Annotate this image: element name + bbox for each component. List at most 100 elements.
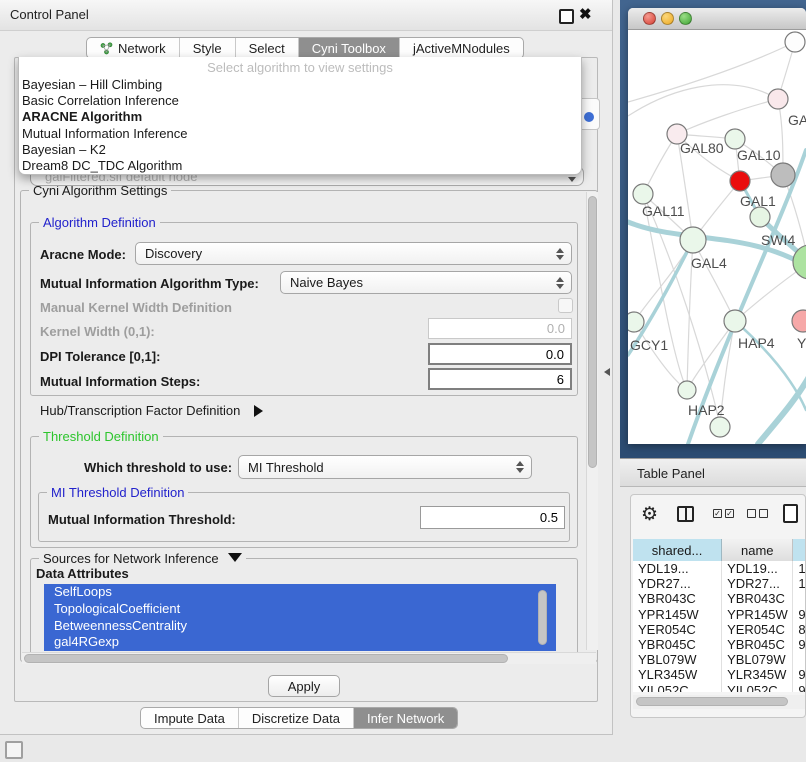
cell: 8.	[793, 622, 806, 637]
cell: 9.	[793, 637, 806, 652]
table-row[interactable]: YER054CYER054C8.	[633, 622, 806, 637]
node-y-partial[interactable]	[792, 310, 806, 332]
deselect-all-columns-icon[interactable]	[747, 509, 768, 518]
list-scrollbar-thumb[interactable]	[538, 590, 547, 645]
node-label: HAP4	[738, 335, 775, 351]
network-view-window: GAL GAL80 GAL10 GAL1 GAL11 SWI4 GAL4 GCY…	[628, 8, 806, 444]
settings-vertical-scrollbar[interactable]	[586, 192, 598, 650]
table-row[interactable]: YBL079WYBL079W	[633, 652, 806, 667]
tab-jactivemnodules[interactable]: jActiveMNodules	[399, 38, 523, 58]
node-gal4[interactable]	[680, 227, 706, 253]
network-icon	[100, 42, 113, 55]
sources-title: Sources for Network Inference	[43, 551, 219, 566]
table-row[interactable]: YBR043CYBR043C	[633, 591, 806, 606]
table-row[interactable]: YBR045CYBR045C9.	[633, 637, 806, 652]
dropdown-item-selected[interactable]: ARACNE Algorithm	[19, 109, 581, 125]
table-row[interactable]: YDR27...YDR27...12	[633, 576, 806, 591]
node-gal1-red[interactable]	[730, 171, 750, 191]
table-horizontal-scrollbar[interactable]	[633, 695, 805, 709]
minimize-traffic-light-icon[interactable]	[661, 12, 674, 25]
control-panel-tabbar: Network Style Select Cyni Toolbox jActiv…	[86, 37, 524, 59]
node-gcy1[interactable]	[628, 312, 644, 332]
dropdown-item[interactable]: Basic Correlation Inference	[19, 93, 581, 109]
settings-horizontal-scrollbar[interactable]	[22, 652, 596, 664]
node-gal11[interactable]	[633, 184, 653, 204]
list-item[interactable]: BetweennessCentrality	[44, 618, 556, 635]
node-label: Y	[797, 335, 806, 351]
combo-spinner-icon	[556, 248, 564, 260]
mi-algorithm-type-combo[interactable]: Naive Bayes	[280, 271, 572, 294]
cell: YBR045C	[633, 637, 722, 652]
node-gray[interactable]	[771, 163, 795, 187]
window-close-icon[interactable]: ✖	[579, 5, 592, 23]
node-unlabeled[interactable]	[785, 32, 805, 52]
combo-value: Discovery	[145, 246, 202, 261]
which-threshold-combo[interactable]: MI Threshold	[238, 455, 532, 479]
node-hap2[interactable]	[678, 381, 696, 399]
node-swi4[interactable]	[750, 207, 770, 227]
group-title: Algorithm Definition	[39, 215, 160, 230]
cell: YBL079W	[722, 652, 793, 667]
network-window-titlebar	[628, 8, 806, 30]
hub-definition-expander[interactable]: Hub/Transcription Factor Definition	[40, 403, 263, 418]
list-item[interactable]: gal4RGexp	[44, 634, 556, 651]
column-header-name[interactable]: name	[722, 539, 793, 561]
tab-infer-network[interactable]: Infer Network	[353, 708, 457, 728]
apply-button[interactable]: Apply	[268, 675, 340, 697]
tab-label: Network	[118, 41, 166, 56]
node-label: GAL11	[642, 203, 685, 219]
node-label: GAL80	[680, 140, 724, 156]
dropdown-item[interactable]: Bayesian – K2	[19, 142, 581, 158]
minimized-panel-icon[interactable]	[5, 741, 23, 759]
tab-network[interactable]: Network	[87, 38, 179, 58]
dropdown-item[interactable]: Mutual Information Inference	[19, 126, 581, 142]
sources-expander[interactable]: Sources for Network Inference	[39, 551, 246, 566]
table-row[interactable]: YDL19...YDL19...13	[633, 561, 806, 576]
tab-select[interactable]: Select	[235, 38, 298, 58]
tab-impute-data[interactable]: Impute Data	[141, 708, 238, 728]
tab-style[interactable]: Style	[179, 38, 235, 58]
dropdown-prompt: Select algorithm to view settings	[19, 57, 581, 77]
aracne-mode-combo[interactable]: Discovery	[135, 242, 572, 265]
table-header-row: shared... name	[633, 539, 806, 561]
cell: YBR045C	[722, 637, 793, 652]
tab-discretize-data[interactable]: Discretize Data	[238, 708, 353, 728]
network-canvas[interactable]: GAL GAL80 GAL10 GAL1 GAL11 SWI4 GAL4 GCY…	[628, 30, 806, 444]
scrollbar-thumb[interactable]	[24, 654, 508, 663]
mi-steps-field[interactable]	[428, 368, 572, 390]
zoom-traffic-light-icon[interactable]	[679, 12, 692, 25]
table-row[interactable]: YLR345WYLR345W9.	[633, 667, 806, 682]
mi-threshold-field[interactable]	[420, 506, 565, 529]
scrollbar-thumb[interactable]	[588, 196, 597, 468]
splitter-collapse-icon[interactable]	[604, 368, 610, 376]
node-gal-partial[interactable]	[768, 89, 788, 109]
node-unlabeled[interactable]	[710, 417, 730, 437]
gear-icon[interactable]: ⚙	[641, 503, 658, 526]
scrollbar-thumb[interactable]	[636, 697, 788, 706]
dpi-tolerance-field[interactable]	[428, 343, 572, 365]
list-item[interactable]: TopologicalCoefficient	[44, 601, 556, 618]
cell: YDR27...	[633, 576, 722, 591]
list-item[interactable]: SelfLoops	[44, 584, 556, 601]
node-label: GAL10	[737, 147, 781, 163]
column-header-shared[interactable]: shared...	[633, 539, 722, 561]
tab-cyni-toolbox[interactable]: Cyni Toolbox	[298, 38, 399, 58]
tab-label: Cyni Toolbox	[312, 41, 386, 56]
dropdown-item[interactable]: Bayesian – Hill Climbing	[19, 77, 581, 93]
aracne-mode-label: Aracne Mode:	[40, 247, 126, 262]
window-float-icon[interactable]	[559, 9, 574, 24]
new-table-icon[interactable]	[783, 504, 798, 523]
cell: YER054C	[722, 622, 793, 637]
split-pane-icon[interactable]	[677, 506, 694, 522]
table-row[interactable]: YIL052CYIL052C9	[633, 683, 806, 693]
select-all-columns-icon[interactable]: ✓✓	[713, 509, 734, 518]
mi-algorithm-type-label: Mutual Information Algorithm Type:	[40, 276, 259, 291]
node-gal10[interactable]	[725, 129, 745, 149]
cell: 13	[793, 561, 806, 576]
node-hap4[interactable]	[724, 310, 746, 332]
close-traffic-light-icon[interactable]	[643, 12, 656, 25]
column-header-partial[interactable]	[793, 539, 806, 561]
table-row[interactable]: YPR145WYPR145W9.	[633, 607, 806, 622]
dropdown-item[interactable]: Dream8 DC_TDC Algorithm	[19, 158, 581, 174]
cell: 12	[793, 576, 806, 591]
